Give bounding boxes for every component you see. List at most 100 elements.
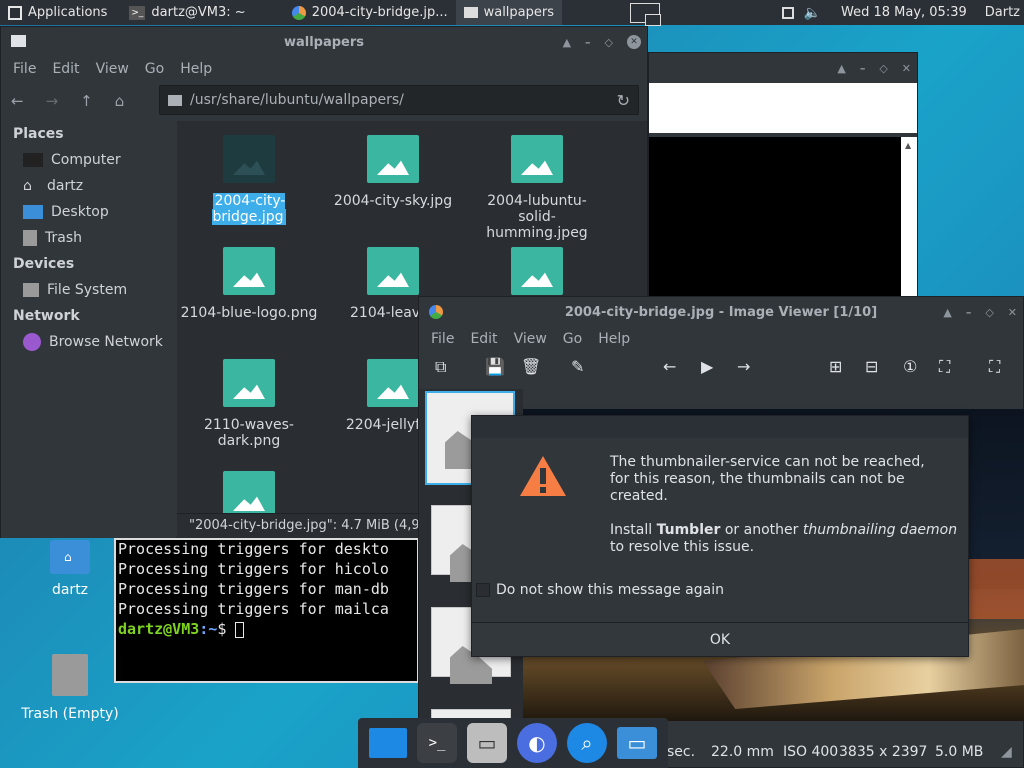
image-file-icon	[511, 247, 563, 295]
menu-help[interactable]: Help	[590, 331, 638, 347]
minimize-icon[interactable]: –	[860, 62, 866, 75]
image-viewer-titlebar[interactable]: 2004-city-bridge.jpg - Image Viewer [1/1…	[419, 297, 1023, 327]
back-icon[interactable]: ←	[11, 92, 24, 110]
sidebar-item-home[interactable]: ⌂ dartz	[1, 173, 176, 199]
terminal-window[interactable]: Processing triggers for deskto Processin…	[114, 538, 419, 683]
close-icon[interactable]: ✕	[1008, 306, 1017, 319]
file-archive-icon[interactable]: ▭	[467, 723, 507, 763]
show-desktop-icon[interactable]	[369, 728, 407, 758]
menu-help[interactable]: Help	[172, 61, 220, 77]
menu-file[interactable]: File	[5, 61, 44, 77]
forward-icon[interactable]: →	[46, 92, 59, 110]
file-manager-titlebar[interactable]: wallpapers ▲ – ◇ ✕	[1, 27, 647, 57]
file-item[interactable]: 2004-city-bridge.jpg	[179, 135, 319, 225]
resize-grip-icon[interactable]: ◢	[1001, 744, 1012, 760]
up-icon[interactable]: ↑	[80, 92, 93, 110]
file-item[interactable]: 2110-waves-dark.png	[179, 359, 319, 449]
task-file-manager[interactable]: wallpapers	[455, 0, 563, 25]
image-file-icon	[367, 135, 419, 183]
shade-icon[interactable]: ▲	[837, 62, 845, 75]
background-window-titlebar[interactable]: ▲ – ◇ ✕	[649, 53, 917, 83]
scroll-up-icon[interactable]: ▲	[901, 141, 911, 150]
scrollbar[interactable]: ▲	[901, 137, 917, 303]
dialog-titlebar[interactable]	[472, 416, 968, 438]
clock[interactable]: Wed 18 May, 05:39	[841, 5, 967, 20]
desktop-trash-icon[interactable]: Trash (Empty)	[20, 654, 120, 722]
save-icon[interactable]: 💾	[485, 357, 505, 376]
search-icon[interactable]: ⌕	[567, 723, 607, 763]
shade-icon[interactable]: ▲	[563, 36, 571, 49]
image-file-icon	[223, 359, 275, 407]
dialog-message: The thumbnailer-service can not be reach…	[610, 454, 958, 555]
places-header: Places	[13, 126, 64, 142]
terminal-prompt[interactable]: dartz@VM3:~$	[118, 620, 415, 640]
path-input[interactable]: /usr/share/lubuntu/wallpapers/	[190, 92, 404, 108]
maximize-icon[interactable]: ◇	[879, 62, 887, 75]
menu-edit[interactable]: Edit	[462, 331, 505, 347]
task-image-viewer[interactable]: 2004-city-bridge.jp...	[284, 0, 456, 25]
desktop-home-icon[interactable]: ⌂ dartz	[20, 540, 120, 598]
next-icon[interactable]: →	[737, 357, 750, 376]
sidebar-item-browse-network[interactable]: Browse Network	[1, 329, 176, 355]
play-icon[interactable]: ▶	[701, 357, 713, 376]
volume-icon[interactable]: 🔈	[804, 5, 821, 21]
browser-icon[interactable]: ◐	[517, 723, 557, 763]
original-size-icon[interactable]: ①	[903, 357, 917, 376]
task-terminal[interactable]: >_ dartz@VM3: ~	[121, 0, 253, 25]
file-item[interactable]: 2004-city-sky.jpg	[323, 135, 463, 209]
image-viewer-icon	[429, 305, 443, 319]
drive-icon	[23, 283, 39, 297]
checkbox-box[interactable]	[476, 583, 490, 597]
sidebar-item-computer[interactable]: Computer	[1, 147, 176, 173]
home-icon[interactable]: ⌂	[115, 92, 125, 110]
image-file-icon	[367, 247, 419, 295]
menu-view[interactable]: View	[88, 61, 137, 77]
open-icon[interactable]: ⧉	[435, 357, 446, 377]
file-manager-icon[interactable]: ▭	[617, 727, 657, 759]
maximize-icon[interactable]: ◇	[985, 306, 993, 319]
do-not-show-checkbox[interactable]: Do not show this message again	[476, 582, 724, 598]
maximize-icon[interactable]: ◇	[605, 36, 613, 49]
terminal-line: Processing triggers for hicolo	[118, 560, 389, 578]
zoom-in-icon[interactable]: ⊞	[829, 357, 842, 376]
user-menu[interactable]: Dartz	[985, 5, 1020, 20]
ok-button[interactable]: OK	[472, 622, 968, 656]
terminal-icon[interactable]: >_	[417, 723, 457, 763]
file-item[interactable]: 2104-blue-logo.png	[179, 247, 319, 321]
edit-icon[interactable]: ✎	[571, 357, 584, 376]
shade-icon[interactable]: ▲	[943, 306, 951, 319]
clipboard-icon[interactable]	[781, 6, 794, 19]
background-window-pane	[649, 83, 917, 133]
image-file-icon	[223, 135, 275, 183]
close-icon[interactable]: ✕	[627, 35, 641, 49]
menu-go[interactable]: Go	[555, 331, 590, 347]
warning-icon	[520, 456, 566, 496]
desktop-switcher[interactable]	[622, 0, 668, 26]
image-file-icon	[223, 247, 275, 295]
close-icon[interactable]: ✕	[902, 62, 911, 75]
fit-icon[interactable]: ⛶	[939, 357, 950, 377]
sidebar-item-desktop[interactable]: Desktop	[1, 199, 176, 225]
previous-icon[interactable]: ←	[663, 357, 676, 376]
path-bar[interactable]: /usr/share/lubuntu/wallpapers/ ↻	[159, 85, 639, 115]
devices-header: Devices	[13, 256, 75, 272]
applications-menu[interactable]: Applications	[0, 0, 115, 25]
menu-go[interactable]: Go	[137, 61, 172, 77]
image-file-icon	[223, 471, 275, 519]
folder-icon	[11, 35, 26, 47]
delete-icon[interactable]: 🗑	[521, 357, 541, 376]
zoom-out-icon[interactable]: ⊟	[865, 357, 878, 376]
image-viewer-menubar: File Edit View Go Help	[419, 327, 1023, 351]
workspace-icon	[630, 2, 662, 26]
fullscreen-icon[interactable]: ⛶	[989, 357, 1000, 377]
minimize-icon[interactable]: –	[585, 36, 591, 49]
menu-edit[interactable]: Edit	[44, 61, 87, 77]
minimize-icon[interactable]: –	[966, 306, 972, 319]
menu-file[interactable]: File	[423, 331, 462, 347]
file-item[interactable]: 2004-lubuntu-solid-humming.jpeg	[467, 135, 607, 241]
menu-view[interactable]: View	[506, 331, 555, 347]
desktop-icon	[23, 205, 43, 219]
sidebar-item-trash[interactable]: Trash	[1, 225, 176, 251]
sidebar-item-file-system[interactable]: File System	[1, 277, 176, 303]
reload-icon[interactable]: ↻	[617, 91, 630, 110]
